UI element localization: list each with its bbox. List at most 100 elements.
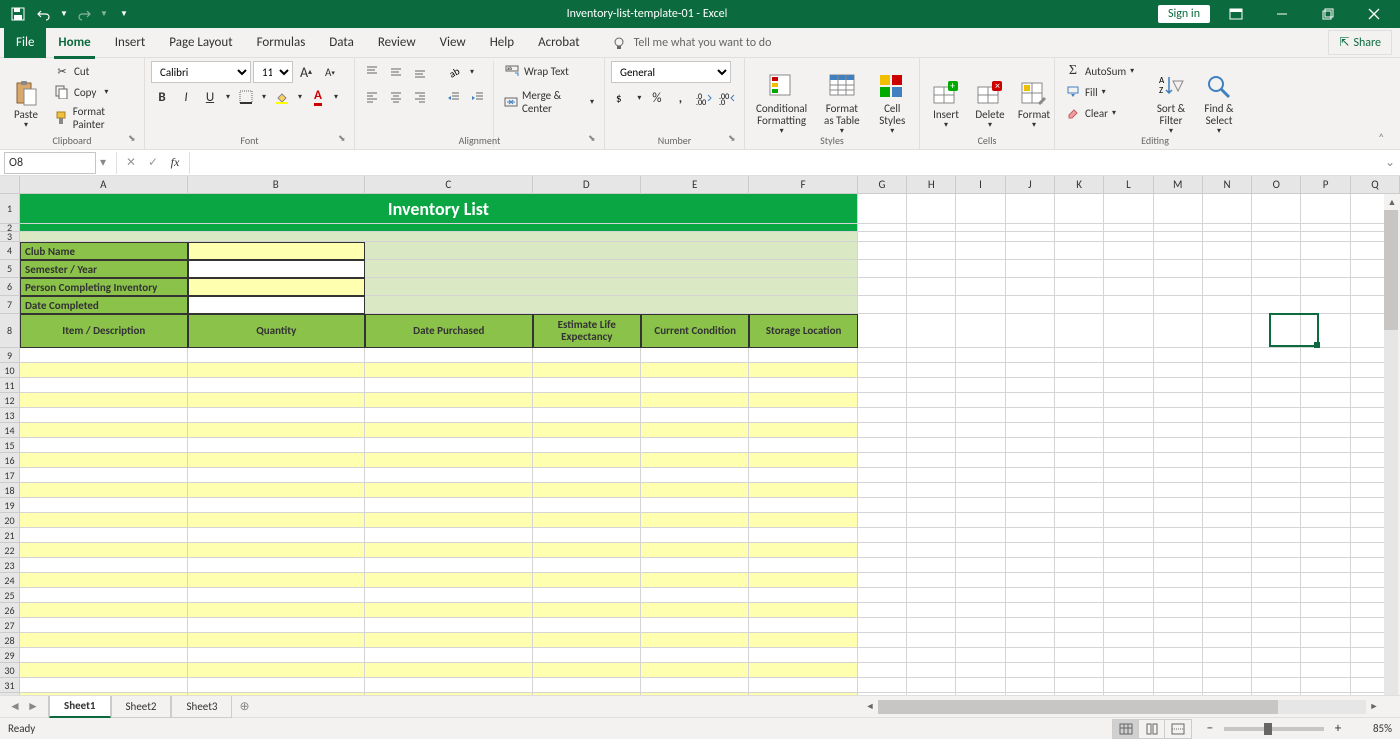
row-header-11[interactable]: 11 — [0, 378, 20, 393]
cell-K25[interactable] — [1055, 588, 1104, 603]
cell-E29[interactable] — [641, 648, 749, 663]
cell-E20[interactable] — [641, 513, 749, 528]
cell-I14[interactable] — [956, 423, 1005, 438]
cell-J12[interactable] — [1006, 393, 1055, 408]
cell-K28[interactable] — [1055, 633, 1104, 648]
cell-H31[interactable] — [907, 678, 956, 693]
cell-M13[interactable] — [1154, 408, 1203, 423]
cell-B24[interactable] — [188, 573, 365, 588]
cell-B30[interactable] — [188, 663, 365, 678]
tab-help[interactable]: Help — [478, 28, 526, 58]
col-header-O[interactable]: O — [1252, 176, 1301, 194]
cell-J31[interactable] — [1006, 678, 1055, 693]
cell-B13[interactable] — [188, 408, 365, 423]
cell-C17[interactable] — [365, 468, 533, 483]
cell-A16[interactable] — [20, 453, 188, 468]
cell-J27[interactable] — [1006, 618, 1055, 633]
cell-J10[interactable] — [1006, 363, 1055, 378]
col-header-I[interactable]: I — [956, 176, 1005, 194]
wrap-text-button[interactable]: abWrap Text — [500, 61, 598, 81]
qat-customize-icon[interactable]: ▼ — [112, 3, 136, 25]
cell-F14[interactable] — [749, 423, 857, 438]
cell-D10[interactable] — [533, 363, 641, 378]
maximize-icon[interactable] — [1308, 0, 1348, 28]
cell-I31[interactable] — [956, 678, 1005, 693]
cell-J21[interactable] — [1006, 528, 1055, 543]
cell-B16[interactable] — [188, 453, 365, 468]
cell-A31[interactable] — [20, 678, 188, 693]
cell-G10[interactable] — [858, 363, 907, 378]
cell-H29[interactable] — [907, 648, 956, 663]
cell-O13[interactable] — [1252, 408, 1301, 423]
align-left-icon[interactable] — [361, 86, 383, 108]
row-header-28[interactable]: 28 — [0, 633, 20, 648]
cell-O10[interactable] — [1252, 363, 1301, 378]
cell-M30[interactable] — [1154, 663, 1203, 678]
cell-K11[interactable] — [1055, 378, 1104, 393]
cell-M19[interactable] — [1154, 498, 1203, 513]
cell-M15[interactable] — [1154, 438, 1203, 453]
cell-E15[interactable] — [641, 438, 749, 453]
cell-A13[interactable] — [20, 408, 188, 423]
cell-H28[interactable] — [907, 633, 956, 648]
cell-N16[interactable] — [1203, 453, 1252, 468]
cell-N27[interactable] — [1203, 618, 1252, 633]
cell-I29[interactable] — [956, 648, 1005, 663]
horizontal-scrollbar[interactable]: ◄ ► — [862, 699, 1382, 715]
cell-I12[interactable] — [956, 393, 1005, 408]
redo-icon[interactable] — [72, 3, 96, 25]
cell-L25[interactable] — [1104, 588, 1153, 603]
cell-E26[interactable] — [641, 603, 749, 618]
cell-C14[interactable] — [365, 423, 533, 438]
cell-L13[interactable] — [1104, 408, 1153, 423]
grid-main[interactable]: ABCDEFGHIJKLMNOPQ Inventory ListClub Nam… — [20, 176, 1400, 695]
cell-J14[interactable] — [1006, 423, 1055, 438]
cell-H14[interactable] — [907, 423, 956, 438]
cell-J9[interactable] — [1006, 348, 1055, 363]
cell-E19[interactable] — [641, 498, 749, 513]
cell-N14[interactable] — [1203, 423, 1252, 438]
sheet-tab-1[interactable]: Sheet1 — [49, 696, 111, 718]
zoom-slider[interactable] — [1224, 727, 1324, 731]
row-header-7[interactable]: 7 — [0, 296, 20, 314]
cell-M12[interactable] — [1154, 393, 1203, 408]
cell-I23[interactable] — [956, 558, 1005, 573]
row-header-3[interactable]: 3 — [0, 232, 20, 242]
cell-P29[interactable] — [1301, 648, 1350, 663]
cell-H19[interactable] — [907, 498, 956, 513]
cell-A28[interactable] — [20, 633, 188, 648]
cell-L19[interactable] — [1104, 498, 1153, 513]
cell-G28[interactable] — [858, 633, 907, 648]
cell-D9[interactable] — [533, 348, 641, 363]
cell-I15[interactable] — [956, 438, 1005, 453]
cell-M17[interactable] — [1154, 468, 1203, 483]
cell-A19[interactable] — [20, 498, 188, 513]
cell-G24[interactable] — [858, 573, 907, 588]
col-header-C[interactable]: C — [365, 176, 533, 194]
tab-file[interactable]: File — [4, 28, 46, 58]
cell-E12[interactable] — [641, 393, 749, 408]
cell-D22[interactable] — [533, 543, 641, 558]
cell-C25[interactable] — [365, 588, 533, 603]
cell-B27[interactable] — [188, 618, 365, 633]
redo-dropdown-icon[interactable]: ▼ — [98, 3, 110, 25]
cell-A21[interactable] — [20, 528, 188, 543]
cell-F19[interactable] — [749, 498, 857, 513]
cell-O24[interactable] — [1252, 573, 1301, 588]
cell-K10[interactable] — [1055, 363, 1104, 378]
cell-P14[interactable] — [1301, 423, 1350, 438]
cell-F31[interactable] — [749, 678, 857, 693]
align-top-icon[interactable] — [361, 61, 383, 83]
tab-insert[interactable]: Insert — [103, 28, 158, 58]
col-header-K[interactable]: K — [1055, 176, 1104, 194]
zoom-level[interactable]: 85% — [1352, 722, 1392, 735]
col-header-E[interactable]: E — [641, 176, 749, 194]
cell-O25[interactable] — [1252, 588, 1301, 603]
cell-A10[interactable] — [20, 363, 188, 378]
cell-K16[interactable] — [1055, 453, 1104, 468]
cell-P26[interactable] — [1301, 603, 1350, 618]
cell-P18[interactable] — [1301, 483, 1350, 498]
cell-B21[interactable] — [188, 528, 365, 543]
clear-button[interactable]: Clear▾ — [1061, 103, 1145, 123]
cell-L17[interactable] — [1104, 468, 1153, 483]
